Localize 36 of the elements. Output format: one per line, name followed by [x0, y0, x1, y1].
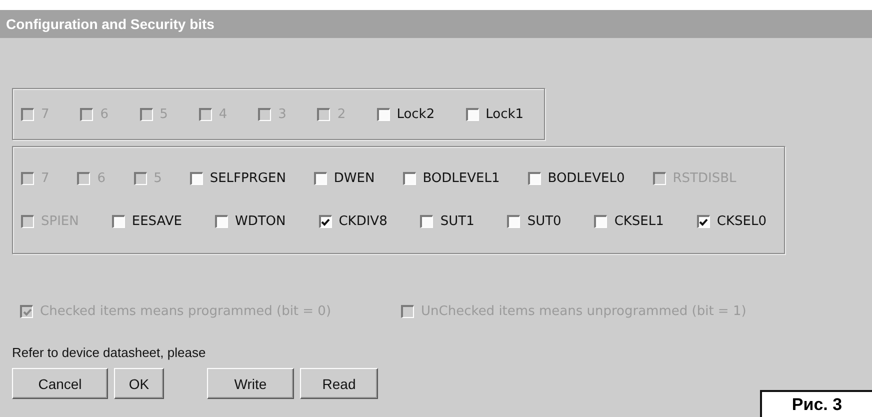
checkbox-label: Lock2 [396, 106, 435, 122]
checkbox-label: CKDIV8 [338, 214, 388, 229]
checkbox-label: SUT1 [440, 214, 474, 229]
figure-caption: Рис. 3 [760, 390, 872, 417]
check-icon [321, 218, 330, 226]
checkbox-label: BODLEVEL0 [548, 171, 625, 186]
checkbox[interactable] [314, 172, 327, 185]
note-text: Refer to device datasheet, please [12, 345, 207, 360]
dialog-button[interactable]: OK [114, 368, 164, 399]
checkbox[interactable] [376, 108, 390, 120]
dialog-button[interactable]: Write [207, 368, 294, 399]
checkbox[interactable] [420, 215, 434, 228]
checkbox[interactable] [190, 172, 203, 185]
checkbox-label: EESAVE [132, 214, 182, 229]
checkbox[interactable] [112, 215, 125, 228]
checkbox[interactable] [318, 215, 332, 228]
window-title: Configuration and Security bits [0, 10, 872, 38]
dialog-button[interactable]: Read [300, 368, 378, 399]
checkbox-label: SELFPRGEN [210, 171, 286, 186]
checkbox[interactable] [696, 215, 710, 228]
dialog-button[interactable]: Cancel [12, 368, 108, 399]
checkbox-label: CKSEL0 [716, 214, 767, 229]
checkbox[interactable] [507, 215, 520, 228]
checkbox-label: Lock1 [486, 106, 524, 122]
checkbox-label: BODLEVEL1 [422, 171, 500, 186]
checkbox-label: WDTON [234, 214, 286, 229]
checkbox[interactable] [466, 108, 479, 120]
check-icon [699, 218, 708, 226]
checkbox[interactable] [528, 172, 541, 185]
check-icon [22, 308, 32, 316]
checkbox-label: CKSEL1 [614, 214, 664, 229]
checkbox[interactable] [594, 215, 608, 228]
checkbox-label: SUT0 [527, 214, 562, 229]
checkbox[interactable] [402, 172, 416, 185]
checkbox[interactable] [214, 215, 228, 228]
checkbox-label: DWEN [334, 171, 375, 186]
